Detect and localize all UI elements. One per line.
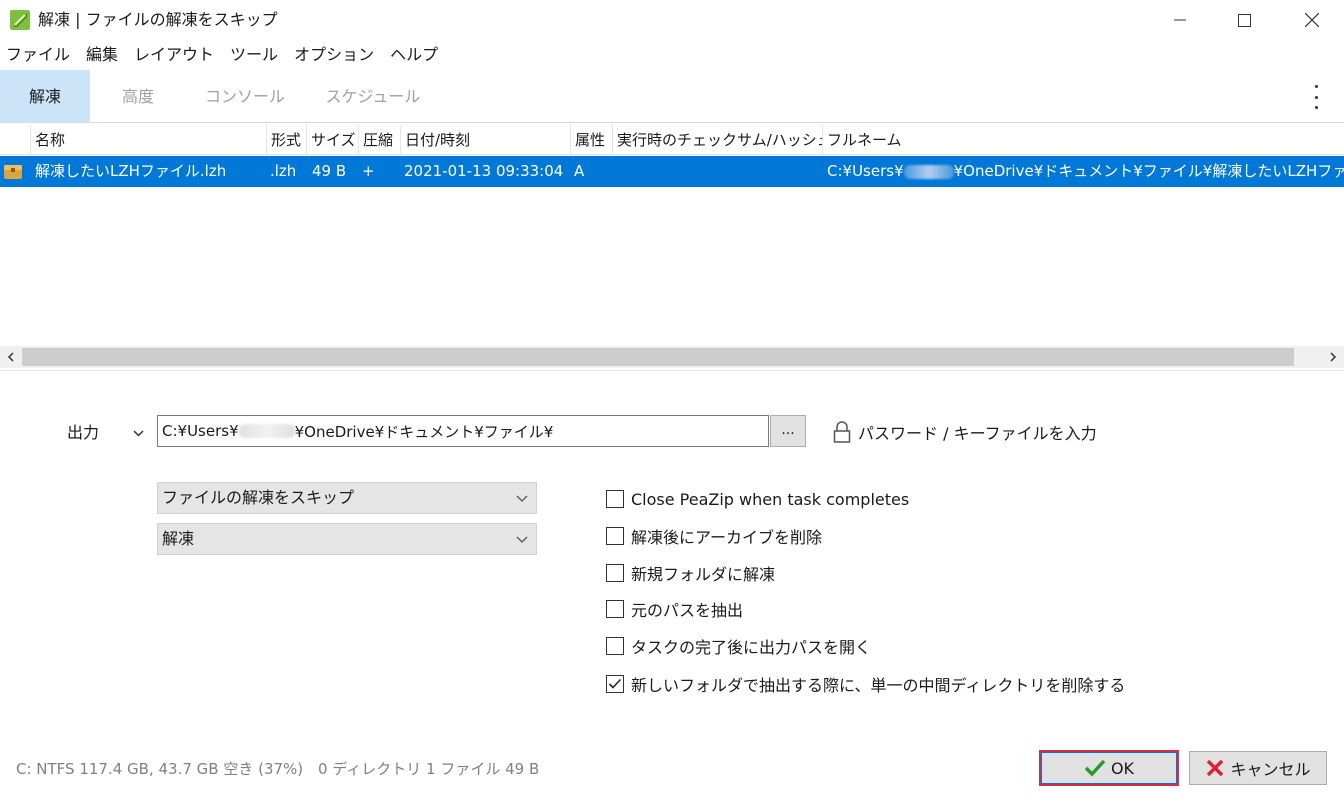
- option-delete-archive[interactable]: 解凍後にアーカイブを削除: [606, 524, 822, 548]
- scrollbar-thumb[interactable]: [22, 348, 1294, 366]
- option-label: 解凍後にアーカイブを削除: [631, 528, 823, 547]
- disk-status: C: NTFS 117.4 GB, 43.7 GB 空き (37%): [16, 760, 304, 778]
- column-header-name[interactable]: 名称: [30, 125, 266, 155]
- title-bar: 解凍 | ファイルの解凍をスキップ: [0, 0, 1344, 40]
- ok-label: OK: [1110, 758, 1135, 778]
- ok-button[interactable]: OK: [1039, 750, 1179, 786]
- column-header-type[interactable]: 形式: [266, 125, 306, 155]
- tab-extract[interactable]: 解凍: [0, 70, 90, 123]
- output-path-input[interactable]: C:¥Users¥ ¥OneDrive¥ドキュメント¥ファイル¥: [157, 415, 769, 447]
- row-attributes: A: [574, 162, 585, 180]
- maximize-icon: [1237, 13, 1251, 27]
- checkbox[interactable]: [606, 527, 624, 545]
- scroll-right-icon[interactable]: [1322, 346, 1344, 368]
- option-open-output[interactable]: タスクの完了後に出力パスを開く: [606, 634, 871, 658]
- tab-schedule[interactable]: スケジュール: [310, 70, 436, 123]
- output-path-suffix: ¥OneDrive¥ドキュメント¥ファイル¥: [294, 422, 554, 441]
- column-header-checksum[interactable]: 実行時のチェックサム/ハッシュ: [612, 125, 822, 155]
- menu-file[interactable]: ファイル: [0, 42, 78, 68]
- horizontal-scrollbar[interactable]: [0, 346, 1344, 368]
- column-header-compressed[interactable]: 圧縮: [358, 125, 400, 155]
- checkbox[interactable]: [606, 490, 624, 508]
- row-compressed: +: [362, 162, 375, 180]
- more-options-icon[interactable]: [1306, 85, 1326, 109]
- row-fullname-suffix: ¥OneDrive¥ドキュメント¥ファイル¥解凍したいLZHファイル: [953, 162, 1344, 180]
- close-button[interactable]: [1280, 0, 1344, 40]
- maximize-button[interactable]: [1212, 0, 1276, 40]
- column-header-size[interactable]: サイズ: [306, 125, 358, 155]
- password-keyfile-button[interactable]: パスワード / キーファイルを入力: [832, 420, 1097, 444]
- row-type: .lzh: [270, 162, 297, 180]
- row-name: 解凍したいLZHファイル.lzh: [35, 162, 227, 180]
- menu-help[interactable]: ヘルプ: [382, 42, 446, 68]
- window-title: 解凍 | ファイルの解凍をスキップ: [38, 10, 278, 29]
- column-header-fullname[interactable]: フルネーム: [822, 125, 1344, 155]
- menu-layout[interactable]: レイアウト: [126, 42, 222, 68]
- selection-count: 0 ディレクトリ 1 ファイル 49 B: [318, 760, 540, 778]
- option-label: 元のパスを抽出: [631, 601, 744, 620]
- lock-icon: [833, 421, 851, 443]
- chevron-down-icon: [516, 483, 528, 513]
- redacted-username: [903, 164, 954, 179]
- row-datetime: 2021-01-13 09:33:04: [404, 162, 564, 180]
- check-icon: [1084, 759, 1106, 777]
- divider: [0, 370, 1344, 371]
- checkbox[interactable]: [606, 600, 624, 618]
- option-label: タスクの完了後に出力パスを開く: [631, 638, 872, 657]
- option-remove-intermediate-dir[interactable]: 新しいフォルダで抽出する際に、単一の中間ディレクトリを削除する: [606, 672, 1125, 696]
- redacted-username: [238, 424, 295, 438]
- tab-console[interactable]: コンソール: [192, 70, 298, 123]
- column-header-row: 名称 形式 サイズ 圧縮 日付/時刻 属性 実行時のチェックサム/ハッシュ フル…: [0, 125, 1344, 155]
- close-icon: [1207, 759, 1224, 777]
- overwrite-mode-value: ファイルの解凍をスキップ: [162, 488, 355, 507]
- checkbox[interactable]: [606, 637, 624, 655]
- checkbox[interactable]: [606, 675, 624, 693]
- tab-advanced[interactable]: 高度: [92, 70, 184, 123]
- option-close-peazip[interactable]: Close PeaZip when task completes: [606, 487, 909, 511]
- row-fullname: C:¥Users¥ ¥OneDrive¥ドキュメント¥ファイル¥解凍したいLZHフ…: [827, 156, 1344, 187]
- chevron-down-icon[interactable]: [129, 421, 147, 445]
- output-path-prefix: C:¥Users¥: [162, 422, 239, 440]
- archive-icon: [4, 165, 22, 179]
- checkbox[interactable]: [606, 564, 624, 582]
- minimize-icon: [1174, 19, 1186, 21]
- password-keyfile-label: パスワード / キーファイルを入力: [858, 424, 1097, 443]
- menu-bar: ファイル 編集 レイアウト ツール オプション ヘルプ: [0, 42, 446, 68]
- column-header-datetime[interactable]: 日付/時刻: [400, 125, 570, 155]
- option-extract-paths[interactable]: 元のパスを抽出: [606, 597, 743, 621]
- row-fullname-prefix: C:¥Users¥: [827, 162, 904, 180]
- extract-mode-select[interactable]: 解凍: [157, 523, 537, 555]
- chevron-down-icon: [516, 524, 528, 554]
- column-header-attributes[interactable]: 属性: [570, 125, 612, 155]
- option-new-folder[interactable]: 新規フォルダに解凍: [606, 561, 775, 585]
- menu-tools[interactable]: ツール: [222, 42, 286, 68]
- row-size: 49 B: [312, 162, 347, 180]
- scroll-left-icon[interactable]: [0, 346, 22, 368]
- cancel-button[interactable]: キャンセル: [1189, 751, 1327, 785]
- peazip-icon: [10, 10, 30, 30]
- menu-edit[interactable]: 編集: [78, 42, 126, 68]
- tab-bar: 解凍 高度 コンソール スケジュール: [0, 70, 1344, 123]
- browse-button[interactable]: ...: [770, 415, 806, 447]
- menu-options[interactable]: オプション: [286, 42, 382, 68]
- table-row[interactable]: 解凍したいLZHファイル.lzh .lzh 49 B + 2021-01-13 …: [0, 156, 1344, 187]
- output-label: 出力: [67, 423, 100, 442]
- option-label: 新しいフォルダで抽出する際に、単一の中間ディレクトリを削除する: [631, 676, 1126, 695]
- extract-mode-value: 解凍: [162, 529, 195, 548]
- option-label: 新規フォルダに解凍: [631, 565, 776, 584]
- overwrite-mode-select[interactable]: ファイルの解凍をスキップ: [157, 482, 537, 514]
- checkmark-icon: [608, 678, 622, 689]
- option-label: Close PeaZip when task completes: [631, 489, 910, 509]
- close-icon: [1305, 13, 1319, 27]
- minimize-button[interactable]: [1148, 0, 1212, 40]
- cancel-label: キャンセル: [1230, 760, 1311, 779]
